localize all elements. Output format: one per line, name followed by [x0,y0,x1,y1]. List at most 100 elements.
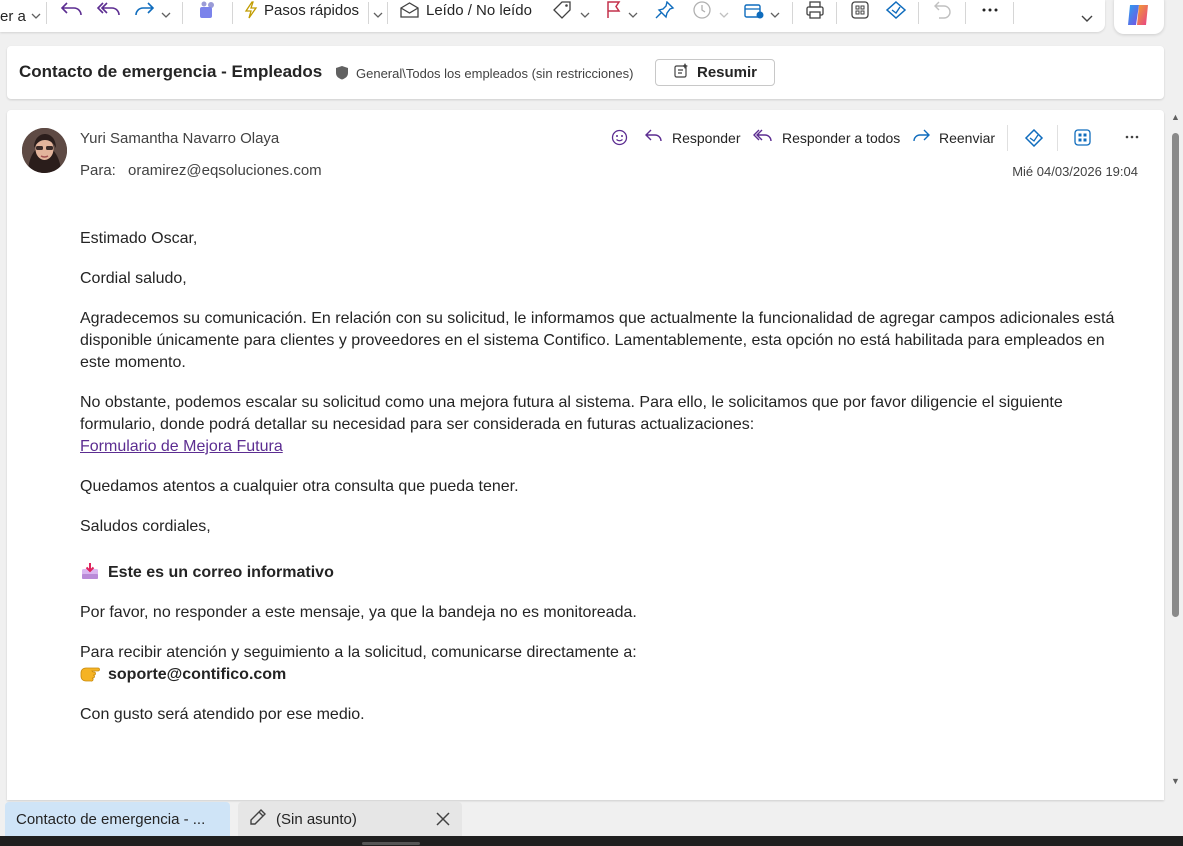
message-actions: Responder Responder a todos Reenviar [7,125,1164,151]
quick-steps-button[interactable]: Pasos rápidos [244,0,359,20]
final-line: Con gusto será atendido por ese medio. [80,706,365,723]
divider [1057,125,1058,151]
recipient-address[interactable]: oramirez@eqsoluciones.com [128,162,322,179]
taskbar-indicator [362,842,420,845]
email-subject: Contacto de emergencia - Empleados [19,62,323,81]
forward-button[interactable]: Reenviar [912,129,995,146]
forward-icon [912,129,930,146]
tab-contacto-emergencia[interactable]: Contacto de emergencia - ... [5,802,230,836]
chevron-down-icon[interactable] [580,5,590,25]
taskbar [0,836,1183,846]
teams-icon[interactable] [197,0,219,20]
scrollbar-thumb[interactable] [1172,133,1179,617]
divider [232,2,233,24]
more-options-icon [1124,129,1140,148]
partial-dropdown[interactable]: er a [0,6,41,26]
summarize-label: Resumir [696,64,758,81]
viva-insights-icon [1024,128,1044,150]
divider [1013,2,1014,24]
chevron-down-icon[interactable] [719,5,729,25]
scroll-down-arrow-icon[interactable]: ▼ [1171,776,1180,786]
pin-icon[interactable] [655,0,675,20]
support-email[interactable]: soporte@contifico.com [108,666,286,683]
apps-icon [1074,129,1091,149]
scroll-up-arrow-icon[interactable]: ▲ [1171,112,1180,122]
clock-icon[interactable] [692,0,712,20]
message-date: Mié 04/03/2026 19:04 [1012,164,1138,179]
copilot-button[interactable] [1114,0,1164,34]
reply-all-icon[interactable] [96,0,122,20]
closing: Saludos cordiales, [80,518,211,535]
body-paragraph-with-link: No obstante, podemos escalar su solicitu… [80,392,1120,458]
more-options-icon[interactable] [981,0,999,20]
divider [387,2,388,24]
copilot-icon [1126,3,1152,32]
contact-paragraph: Para recibir atención y seguimiento a la… [80,642,1120,686]
chevron-down-icon [31,13,41,19]
chevron-down-icon[interactable] [770,5,780,25]
lightning-icon [244,1,258,19]
reading-pane: Yuri Samantha Navarro Olaya Para: oramir… [7,110,1164,800]
recipient-row: Para: oramirez@eqsoluciones.com [80,162,322,179]
expand-ribbon-chevron-icon[interactable] [1081,9,1093,29]
body-paragraph: Quedamos atentos a cualquier otra consul… [80,478,519,495]
reply-all-label: Responder a todos [782,129,901,146]
divider [182,2,183,24]
tag-icon[interactable] [552,0,574,20]
divider [46,2,47,24]
no-reply-notice: Por favor, no responder a este mensaje, … [80,604,637,621]
tab-label: Contacto de emergencia - ... [16,810,206,828]
divider [792,2,793,24]
body-paragraph: No obstante, podemos escalar su solicitu… [80,394,1063,433]
move-to-icon[interactable] [743,0,765,20]
apps-icon[interactable] [850,0,870,20]
reply-button[interactable]: Responder [645,129,741,146]
envelope-open-icon [400,2,419,18]
emoji-reaction-button[interactable] [611,129,628,149]
pointing-hand-icon [80,664,100,682]
contact-intro: Para recibir atención y seguimiento a la… [80,644,637,661]
body-paragraph: Agradecemos su comunicación. En relación… [80,310,1115,371]
summary-icon [673,63,689,82]
divider [965,2,966,24]
reply-all-icon [753,129,773,146]
info-heading: Este es un correo informativo [108,564,334,581]
read-unread-label: Leído / No leído [426,1,532,19]
toolbar-ribbon: er a Pasos rápidos Leído / No leído [0,0,1105,32]
flag-icon[interactable] [605,0,623,20]
forward-label: Reenviar [939,129,996,146]
viva-insights-icon[interactable] [885,0,907,20]
forward-icon[interactable] [133,0,157,20]
close-icon[interactable] [436,812,450,830]
apps-button[interactable] [1074,129,1091,149]
pencil-icon [248,808,267,831]
info-heading-row: Este es un correo informativo [80,562,1120,584]
reply-label: Responder [672,129,741,146]
tab-draft[interactable]: (Sin asunto) [238,802,462,836]
divider [1007,125,1008,151]
chevron-down-icon[interactable] [373,5,383,25]
divider [836,2,837,24]
divider [368,2,369,24]
summarize-button[interactable]: Resumir [655,59,775,86]
shield-icon [335,65,349,85]
divider [918,2,919,24]
form-link[interactable]: Formulario de Mejora Futura [80,438,283,455]
tab-label: (Sin asunto) [276,810,357,828]
reply-all-button[interactable]: Responder a todos [753,129,900,146]
chevron-down-icon[interactable] [161,5,171,25]
to-label: Para: [80,162,116,179]
viva-insights-button[interactable] [1024,128,1044,150]
undo-action-icon[interactable] [933,0,953,20]
more-actions-button[interactable] [1124,129,1140,148]
reply-icon [645,129,663,146]
print-icon[interactable] [805,0,825,20]
inbox-tray-icon [80,562,100,580]
undo-icon[interactable] [60,0,84,20]
read-unread-button[interactable]: Leído / No leído [400,0,532,20]
sensitivity-label[interactable]: General\Todos los empleados (sin restric… [356,66,633,81]
chevron-down-icon[interactable] [628,5,638,25]
partial-dropdown-label: er a [0,7,26,25]
smiley-icon [611,129,628,149]
subject-bar: Contacto de emergencia - Empleados Gener… [7,46,1164,99]
